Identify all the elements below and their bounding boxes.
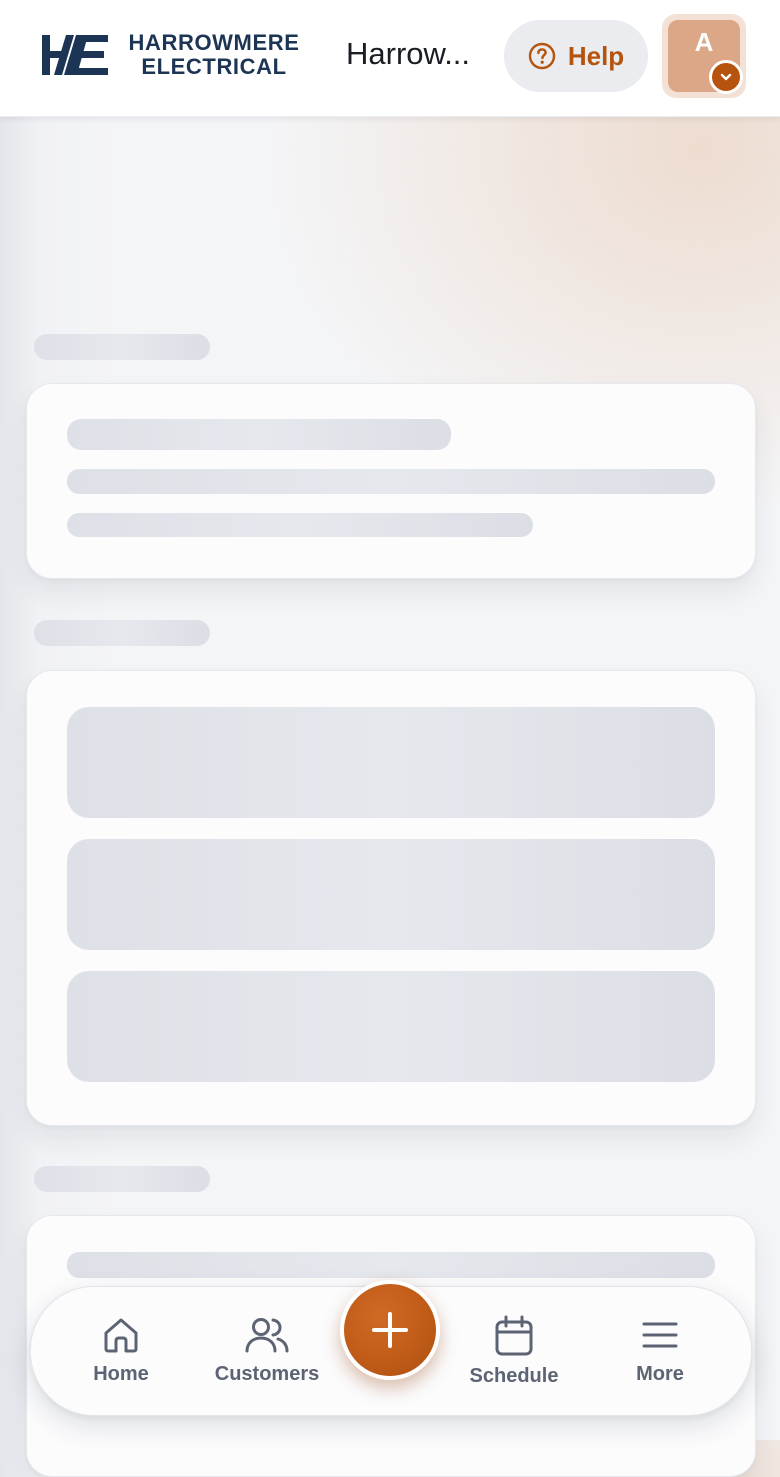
- menu-icon: [642, 1322, 678, 1348]
- list-item-placeholder: [67, 839, 715, 950]
- home-icon: [104, 1318, 138, 1353]
- company-name[interactable]: Harrow...: [346, 36, 486, 72]
- nav-label-schedule: Schedule: [469, 1365, 559, 1387]
- user-avatar-button[interactable]: A: [662, 14, 746, 98]
- account-menu-badge: [709, 60, 743, 94]
- calendar-icon: [495, 1315, 533, 1356]
- nav-item-schedule[interactable]: Schedule: [444, 1315, 584, 1388]
- card-line-placeholder: [67, 513, 533, 537]
- card-line-placeholder: [67, 1252, 715, 1278]
- users-icon: [245, 1318, 289, 1353]
- card-heading-placeholder: [67, 419, 451, 450]
- list-card-placeholder: [26, 670, 756, 1126]
- add-new-button[interactable]: [340, 1280, 440, 1380]
- nav-item-more[interactable]: More: [590, 1315, 730, 1386]
- section-title-placeholder: [34, 334, 210, 360]
- nav-label-more: More: [636, 1363, 684, 1385]
- brand-logo-text: HARROWMERE ELECTRICAL: [118, 32, 310, 78]
- section-title-placeholder: [34, 1166, 210, 1192]
- section-title-placeholder: [34, 620, 210, 646]
- card-line-placeholder: [67, 469, 715, 494]
- help-button[interactable]: Help: [504, 20, 648, 92]
- brand-name-line1: HARROWMERE: [128, 30, 300, 55]
- app-header: HARROWMERE ELECTRICAL Harrow... Help A: [0, 0, 780, 117]
- nav-label-home: Home: [93, 1363, 149, 1385]
- logo-mark-icon: [42, 35, 108, 75]
- nav-item-customers[interactable]: Customers: [197, 1315, 337, 1386]
- nav-item-home[interactable]: Home: [51, 1315, 191, 1386]
- list-item-placeholder: [67, 707, 715, 818]
- summary-card-placeholder: [26, 383, 756, 579]
- list-item-placeholder: [67, 971, 715, 1082]
- help-label: Help: [567, 40, 625, 71]
- plus-icon: [372, 1312, 408, 1348]
- chevron-down-icon: [720, 73, 732, 81]
- question-circle-icon: [528, 42, 556, 70]
- nav-label-customers: Customers: [214, 1363, 320, 1385]
- brand-name-line2: ELECTRICAL: [141, 54, 287, 79]
